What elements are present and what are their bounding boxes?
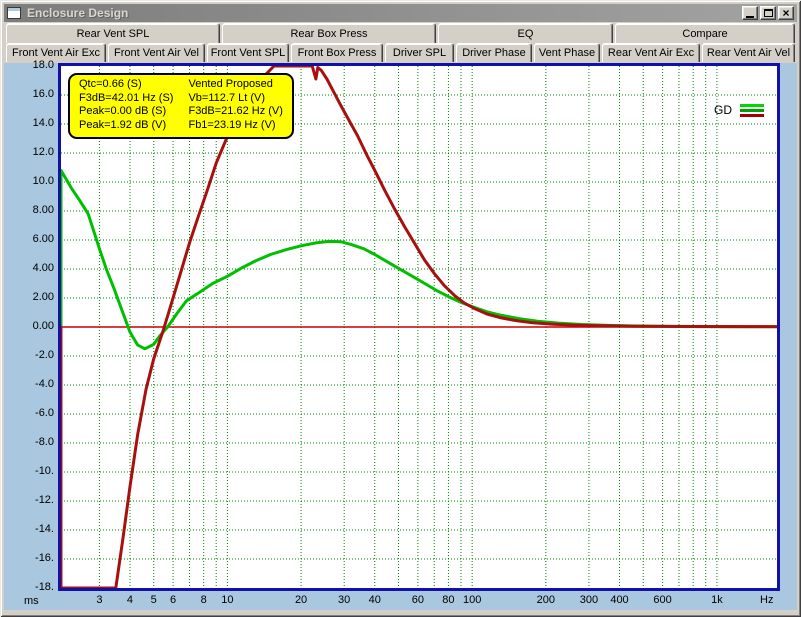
- x-tick-label: 400: [610, 594, 629, 606]
- tab-front-box-press[interactable]: Front Box Press: [291, 43, 383, 62]
- x-tick-label: 10: [221, 594, 234, 606]
- minimize-button[interactable]: [742, 6, 758, 20]
- plot-area: [58, 63, 780, 591]
- close-icon: ×: [782, 6, 790, 20]
- tab-rear-vent-spl[interactable]: Rear Vent SPL: [6, 23, 220, 43]
- close-button[interactable]: ×: [778, 6, 794, 20]
- tooltip-fb1: Fb1=23.19 Hz (V): [188, 118, 276, 131]
- x-tick-label: 5: [150, 594, 157, 606]
- y-tick-label: 12.0: [32, 146, 54, 158]
- tab-eq[interactable]: EQ: [438, 23, 613, 43]
- x-tick-label: 3: [96, 594, 103, 606]
- app-window-icon: [7, 7, 21, 19]
- x-tick-label: 20: [294, 594, 308, 606]
- maximize-icon: [763, 9, 773, 17]
- y-tick-label: 4.00: [32, 262, 54, 274]
- y-tick-label: -4.0: [35, 378, 54, 390]
- y-tick-label: -14.: [35, 523, 54, 535]
- legend-line-swatches: [740, 103, 764, 117]
- tab-row-upper: Rear Vent SPL Rear Box Press EQ Compare: [6, 23, 795, 43]
- tooltip-peak-vented: Peak=1.92 dB (V): [79, 118, 167, 131]
- x-tick-label: 80: [442, 594, 455, 606]
- window-title: Enclosure Design: [27, 6, 129, 20]
- tab-front-vent-spl[interactable]: Front Vent SPL: [207, 43, 289, 62]
- y-tick-label: -18.: [35, 581, 54, 593]
- x-tick-label: 4: [126, 594, 134, 606]
- y-tick-label: -2.0: [35, 349, 54, 361]
- tooltip-f3db-sealed: F3dB=42.01 Hz (S): [79, 91, 174, 104]
- y-tick-label: -6.0: [35, 407, 54, 419]
- tooltip-f3db-vented: F3dB=21.62 Hz (V): [188, 105, 283, 117]
- x-tick-label: 600: [653, 594, 672, 606]
- tooltip-vented-title: Vented Proposed: [188, 78, 273, 90]
- chart-svg: [61, 66, 777, 588]
- x-tick-label: 40: [368, 594, 381, 606]
- chart-legend: GD: [714, 103, 764, 117]
- tab-rear-vent-air-vel[interactable]: Rear Vent Air Vel: [702, 43, 795, 62]
- title-bar[interactable]: Enclosure Design ×: [4, 4, 797, 22]
- y-tick-label: -12.: [35, 494, 54, 506]
- tab-compare[interactable]: Compare: [615, 23, 795, 43]
- y-tick-label: 10.0: [32, 175, 54, 187]
- tab-front-vent-air-vel[interactable]: Front Vent Air Vel: [108, 43, 205, 62]
- y-tick-label: -8.0: [35, 436, 54, 448]
- y-tick-label: 18.0: [32, 59, 54, 71]
- minimize-icon: [746, 15, 754, 18]
- x-tick-label: 200: [536, 594, 556, 606]
- tooltip-qtc: Qtc=0.66 (S): [79, 78, 142, 90]
- legend-line-1: [740, 108, 764, 112]
- y-tick-label: 14.0: [32, 117, 54, 129]
- x-tick-label: 30: [338, 594, 351, 606]
- x-tick-label: 60: [411, 594, 424, 606]
- y-tick-label: 16.0: [32, 88, 54, 100]
- x-tick-label: 1k: [711, 594, 723, 606]
- tooltip-peak-sealed: Peak=0.00 dB (S): [79, 105, 167, 117]
- legend-line-2: [740, 113, 764, 117]
- x-axis-unit: Hz: [760, 594, 774, 606]
- legend-label: GD: [714, 103, 732, 117]
- parameters-tooltip: Qtc=0.66 (S) Vented Proposed F3dB=42.01 …: [68, 73, 294, 139]
- y-tick-label: 6.00: [32, 233, 54, 245]
- tab-vent-phase[interactable]: Vent Phase: [534, 43, 600, 62]
- chart-panel: Qtc=0.66 (S) Vented Proposed F3dB=42.01 …: [4, 59, 797, 610]
- tooltip-vb: Vb=112.7 Lt (V): [188, 91, 266, 104]
- legend-line-0: [740, 103, 764, 107]
- tab-row-lower: Front Vent Air Exc Front Vent Air Vel Fron…: [6, 43, 795, 62]
- y-tick-label: 8.00: [32, 204, 54, 216]
- x-tick-label: 100: [462, 594, 482, 606]
- y-tick-label: -10.: [35, 465, 54, 477]
- tab-driver-spl[interactable]: Driver SPL: [385, 43, 454, 62]
- enclosure-design-window: Enclosure Design × Rear Vent SPL Rear Box…: [0, 0, 801, 617]
- y-axis-unit: ms: [24, 595, 39, 607]
- y-tick-label: 2.00: [32, 291, 54, 303]
- tab-rear-box-press[interactable]: Rear Box Press: [222, 23, 436, 43]
- y-tick-label: 0.00: [32, 320, 54, 332]
- curve-sealed-group-delay: [61, 168, 777, 351]
- x-tick-label: 300: [579, 594, 599, 606]
- x-tick-label: 8: [200, 594, 207, 606]
- y-tick-label: -16.: [35, 552, 54, 564]
- x-tick-label: 6: [170, 594, 177, 606]
- tab-rear-vent-air-exc[interactable]: Rear Vent Air Exc: [602, 43, 700, 62]
- tab-driver-phase[interactable]: Driver Phase: [456, 43, 532, 62]
- maximize-button[interactable]: [760, 6, 776, 20]
